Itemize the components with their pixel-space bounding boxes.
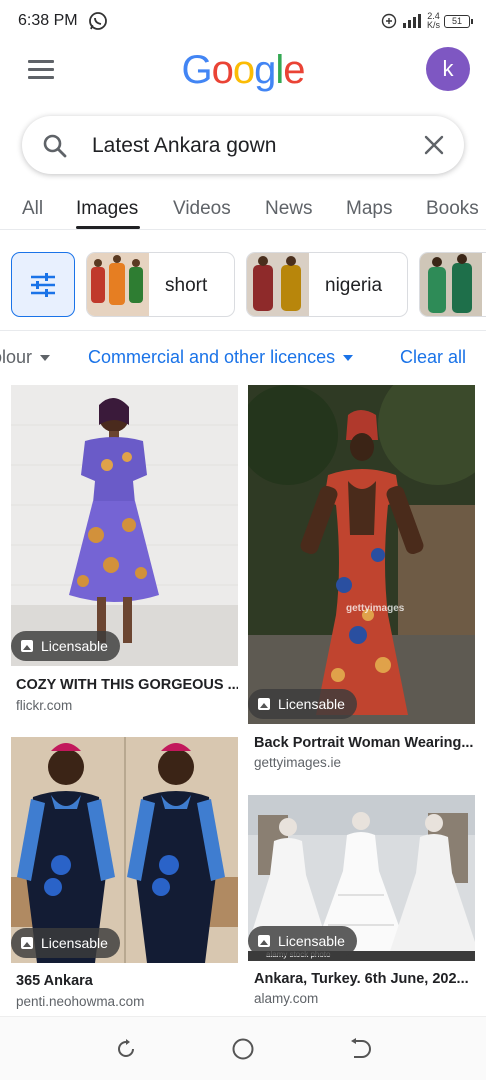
battery-level: 51: [451, 15, 462, 26]
result-image[interactable]: [11, 385, 238, 666]
search-input[interactable]: Latest Ankara gown: [92, 134, 276, 158]
signal-icon: [402, 14, 421, 28]
result-image[interactable]: gettyimages: [248, 385, 475, 724]
image-result[interactable]: gettyimages Licensable Back Portrait Wom…: [248, 385, 475, 775]
chevron-down-icon: [40, 355, 51, 362]
chevron-down-icon: [343, 355, 354, 362]
licensable-badge: Licensable: [11, 631, 120, 661]
logo-letter: l: [275, 48, 284, 92]
licence-filter[interactable]: Commercial and other licences: [88, 347, 354, 368]
result-title[interactable]: Ankara, Turkey. 6th June, 202...: [254, 971, 476, 987]
result-source[interactable]: flickr.com: [16, 698, 72, 713]
active-tab-indicator: [76, 226, 140, 229]
chip-thumbnail: [87, 253, 149, 316]
chip-label: short: [165, 275, 208, 296]
status-icons: 2.4 K/s 51: [381, 10, 473, 32]
whatsapp-icon: [89, 12, 107, 30]
speed-unit: K/s: [426, 20, 440, 30]
result-title[interactable]: 365 Ankara: [16, 973, 238, 989]
tab-books[interactable]: Books: [426, 198, 479, 220]
status-time: 6:38 PM: [18, 12, 78, 29]
chip-thumbnail: [420, 253, 482, 316]
logo-letter: o: [211, 48, 234, 92]
chip-nigeria[interactable]: nigeria: [246, 252, 408, 317]
image-icon: [21, 640, 33, 652]
tab-news[interactable]: News: [265, 198, 313, 220]
chip-more[interactable]: [419, 252, 486, 317]
status-bar: 6:38 PM 2.4 K/s 51: [0, 0, 486, 42]
back-icon[interactable]: [348, 1037, 372, 1061]
divider: [0, 330, 486, 331]
colour-filter[interactable]: olour: [0, 347, 51, 368]
image-icon: [258, 935, 270, 947]
tab-all[interactable]: All: [22, 198, 43, 220]
badge-label: Licensable: [41, 935, 108, 951]
licence-filter-label: Commercial and other licences: [88, 347, 336, 367]
result-source[interactable]: penti.neohowma.com: [16, 994, 144, 1009]
search-box[interactable]: Latest Ankara gown: [22, 116, 464, 174]
image-icon: [258, 698, 270, 710]
result-title[interactable]: Back Portrait Woman Wearing...: [254, 735, 476, 751]
result-source[interactable]: gettyimages.ie: [254, 755, 341, 770]
logo-letter: G: [181, 48, 212, 92]
logo-letter: g: [254, 48, 276, 92]
account-avatar[interactable]: k: [426, 47, 470, 91]
licensable-badge: Licensable: [248, 689, 357, 719]
image-result[interactable]: Licensable COZY WITH THIS GORGEOUS ... f…: [11, 385, 238, 715]
colour-filter-label: olour: [0, 347, 33, 367]
watermark-text: gettyimages: [346, 603, 405, 614]
alarm-icon: [381, 13, 397, 29]
tab-images[interactable]: Images: [76, 198, 138, 220]
result-title[interactable]: COZY WITH THIS GORGEOUS ...: [16, 677, 238, 693]
filter-row: olour Commercial and other licences Clea…: [0, 344, 486, 372]
close-icon[interactable]: [422, 133, 446, 157]
google-logo[interactable]: Google: [0, 48, 486, 93]
search-tabs: All Images Videos News Maps Books: [0, 190, 486, 230]
chip-short[interactable]: short: [86, 252, 235, 317]
badge-label: Licensable: [278, 696, 345, 712]
tab-maps[interactable]: Maps: [346, 198, 392, 220]
image-result[interactable]: alamy stock photo Licensable Ankara, Tur…: [248, 795, 475, 1012]
tools-button[interactable]: [11, 252, 75, 317]
badge-label: Licensable: [41, 638, 108, 654]
battery-icon: 51: [444, 14, 473, 28]
tab-videos[interactable]: Videos: [173, 198, 231, 220]
recent-apps-icon[interactable]: [114, 1037, 138, 1061]
logo-letter: e: [283, 48, 305, 92]
result-source[interactable]: alamy.com: [254, 991, 318, 1006]
chip-thumbnail: [247, 253, 309, 316]
image-result[interactable]: Licensable 365 Ankara penti.neohowma.com: [11, 737, 238, 1012]
logo-letter: o: [232, 48, 255, 92]
search-icon[interactable]: [42, 133, 68, 159]
suggestion-chips: short nigeria: [0, 252, 486, 318]
network-speed: 2.4 K/s: [427, 12, 440, 30]
licensable-badge: Licensable: [11, 928, 120, 958]
chip-label: nigeria: [325, 275, 383, 296]
system-nav-bar: [0, 1016, 486, 1080]
clear-all-link[interactable]: Clear all: [400, 347, 466, 368]
tune-icon: [31, 273, 55, 297]
home-icon[interactable]: [231, 1037, 255, 1061]
image-icon: [21, 937, 33, 949]
licensable-badge: Licensable: [248, 926, 357, 956]
badge-label: Licensable: [278, 933, 345, 949]
